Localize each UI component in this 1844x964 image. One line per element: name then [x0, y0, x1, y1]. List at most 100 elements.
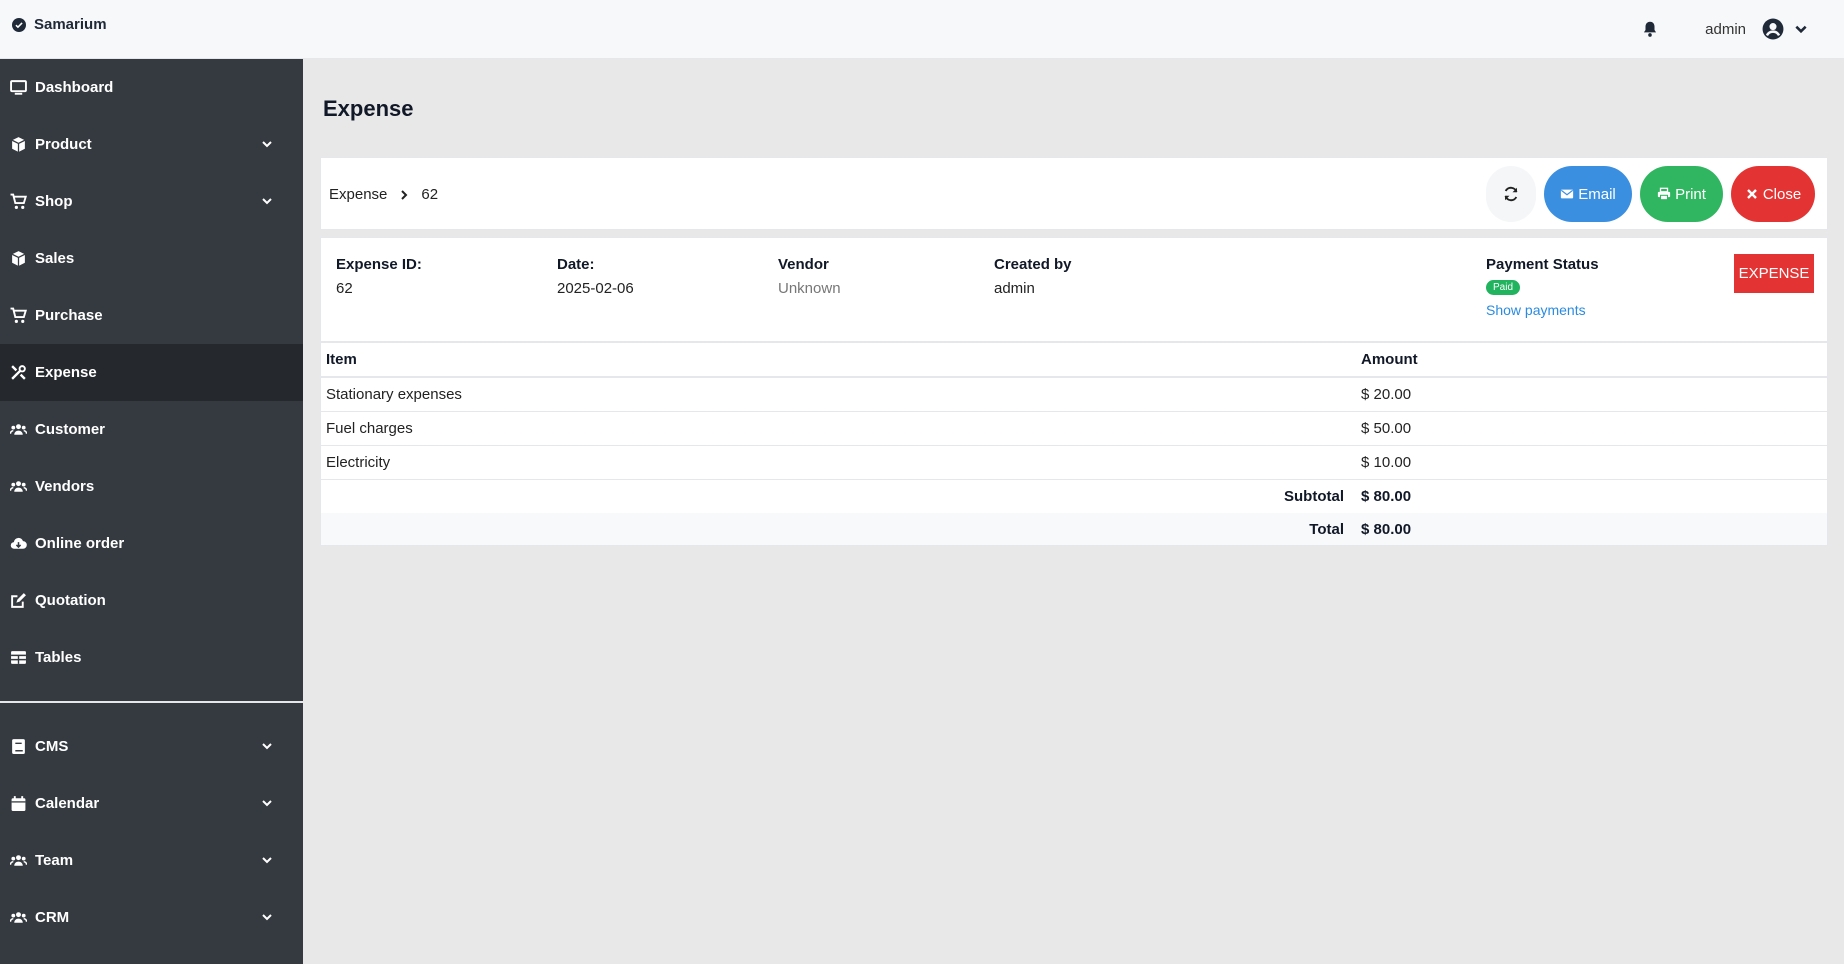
- date-label: Date:: [557, 256, 595, 273]
- date-value: 2025-02-06: [557, 280, 634, 297]
- breadcrumb: Expense 62: [329, 186, 438, 203]
- sidebar-item-label: Tables: [35, 649, 82, 666]
- cart-icon: [10, 307, 27, 323]
- close-icon: [1746, 189, 1757, 199]
- sidebar-item-team[interactable]: Team: [0, 832, 303, 889]
- print-button[interactable]: Print: [1640, 166, 1723, 222]
- sidebar-item-label: Purchase: [35, 307, 103, 324]
- table-row: Stationary expenses $ 20.00: [321, 377, 1827, 412]
- users-icon: [10, 912, 27, 923]
- book-icon: [12, 739, 25, 754]
- chevron-down-icon: [262, 857, 272, 864]
- amount-cell: $ 50.00: [1361, 411, 1827, 446]
- total-row: Total $ 80.00: [321, 513, 1827, 545]
- amount-cell: $ 10.00: [1361, 445, 1827, 480]
- print-button-label: Print: [1675, 185, 1706, 203]
- box-icon: [11, 251, 26, 266]
- email-button-label: Email: [1578, 185, 1616, 203]
- user-area: admin: [1641, 18, 1808, 40]
- sidebar-item-label: Team: [35, 852, 74, 869]
- chevron-down-icon: [262, 743, 272, 750]
- sidebar-item-label: Sales: [35, 250, 75, 267]
- sidebar-item-label: Calendar: [35, 795, 100, 812]
- sidebar-item-label: Customer: [35, 421, 106, 438]
- expense-id-value: 62: [336, 280, 353, 297]
- sidebar-item-expense[interactable]: Expense: [0, 344, 303, 401]
- sidebar-item-purchase[interactable]: Purchase: [0, 287, 303, 344]
- chevron-right-icon: [401, 189, 408, 200]
- brand[interactable]: Samarium: [12, 16, 107, 33]
- close-button[interactable]: Close: [1731, 166, 1815, 222]
- sidebar-item-customer[interactable]: Customer: [0, 401, 303, 458]
- sidebar-item-label: Vendors: [35, 478, 95, 495]
- item-cell: Stationary expenses: [321, 377, 1361, 412]
- vendor-field: Vendor Unknown: [778, 256, 841, 297]
- sidebar-item-crm[interactable]: CRM: [0, 889, 303, 946]
- sidebar-item-product[interactable]: Product: [0, 116, 303, 173]
- toolbar-card: Expense 62 Email Print Close: [320, 157, 1828, 230]
- amount-cell: $ 20.00: [1361, 377, 1827, 412]
- chevron-down-icon[interactable]: [1794, 22, 1808, 36]
- item-column-header: Item: [321, 343, 1361, 378]
- sidebar-item-hr[interactable]: HR: [0, 946, 303, 964]
- sidebar-item-online-order[interactable]: Online order: [0, 515, 303, 572]
- sidebar-item-label: Online order: [35, 535, 125, 552]
- total-label: Total: [321, 513, 1361, 545]
- refresh-button[interactable]: [1486, 166, 1536, 222]
- created-by-field: Created by admin: [994, 256, 1072, 297]
- brand-name: Samarium: [34, 16, 107, 33]
- breadcrumb-section[interactable]: Expense: [329, 186, 387, 203]
- chevron-down-icon: [262, 800, 272, 807]
- expense-id-field: Expense ID: 62: [336, 256, 422, 297]
- date-field: Date: 2025-02-06: [557, 256, 634, 297]
- breadcrumb-id: 62: [421, 186, 439, 203]
- sidebar-divider: [0, 701, 303, 703]
- table-row: Electricity $ 10.00: [321, 445, 1827, 480]
- username[interactable]: admin: [1705, 21, 1746, 38]
- vendor-label: Vendor: [778, 256, 829, 273]
- email-button[interactable]: Email: [1544, 166, 1632, 222]
- sidebar: Dashboard Product Shop Sales Purchase Ex…: [0, 59, 303, 964]
- calendar-icon: [11, 796, 26, 811]
- sidebar-item-sales[interactable]: Sales: [0, 230, 303, 287]
- subtotal-label: Subtotal: [1284, 487, 1344, 505]
- chevron-down-icon: [262, 198, 272, 205]
- payment-status-label: Payment Status: [1486, 256, 1599, 273]
- sidebar-item-shop[interactable]: Shop: [0, 173, 303, 230]
- expense-info-card: Expense ID: 62 Date: 2025-02-06 Vendor U…: [320, 237, 1828, 342]
- close-button-label: Close: [1762, 185, 1802, 203]
- printer-icon: [1657, 187, 1671, 201]
- sidebar-item-vendors[interactable]: Vendors: [0, 458, 303, 515]
- sidebar-item-tables[interactable]: Tables: [0, 629, 303, 686]
- chevron-down-icon: [262, 914, 272, 921]
- users-icon: [10, 855, 27, 866]
- amount-column-header: Amount: [1361, 343, 1827, 378]
- vendor-value: Unknown: [778, 280, 841, 297]
- envelope-icon: [1561, 189, 1574, 199]
- bell-icon[interactable]: [1641, 20, 1659, 38]
- edit-icon: [11, 593, 26, 608]
- subtotal-value: $ 80.00: [1361, 487, 1412, 505]
- tools-icon: [11, 365, 26, 380]
- sidebar-item-quotation[interactable]: Quotation: [0, 572, 303, 629]
- payment-status-field: Payment Status Paid Show payments: [1486, 256, 1599, 318]
- items-table-card: Item Amount Stationary expenses $ 20.00 …: [320, 342, 1828, 546]
- sidebar-item-label: Expense: [35, 364, 97, 381]
- sidebar-item-dashboard[interactable]: Dashboard: [0, 59, 303, 116]
- sidebar-item-calendar[interactable]: Calendar: [0, 775, 303, 832]
- user-circle-icon[interactable]: [1762, 18, 1784, 40]
- users-icon: [10, 424, 27, 435]
- table-icon: [11, 651, 26, 664]
- box-icon: [11, 137, 26, 152]
- subtotal-row: Subtotal $ 80.00: [321, 479, 1827, 513]
- sidebar-item-label: CMS: [35, 738, 69, 755]
- item-cell: Fuel charges: [321, 411, 1361, 446]
- sidebar-item-label: Dashboard: [35, 79, 114, 96]
- created-by-value: admin: [994, 280, 1035, 297]
- show-payments-link[interactable]: Show payments: [1486, 302, 1599, 318]
- action-buttons: Email Print Close: [1486, 166, 1815, 222]
- table-row: Fuel charges $ 50.00: [321, 411, 1827, 446]
- sidebar-item-label: Quotation: [35, 592, 106, 609]
- sidebar-item-cms[interactable]: CMS: [0, 718, 303, 775]
- item-cell: Electricity: [321, 445, 1361, 480]
